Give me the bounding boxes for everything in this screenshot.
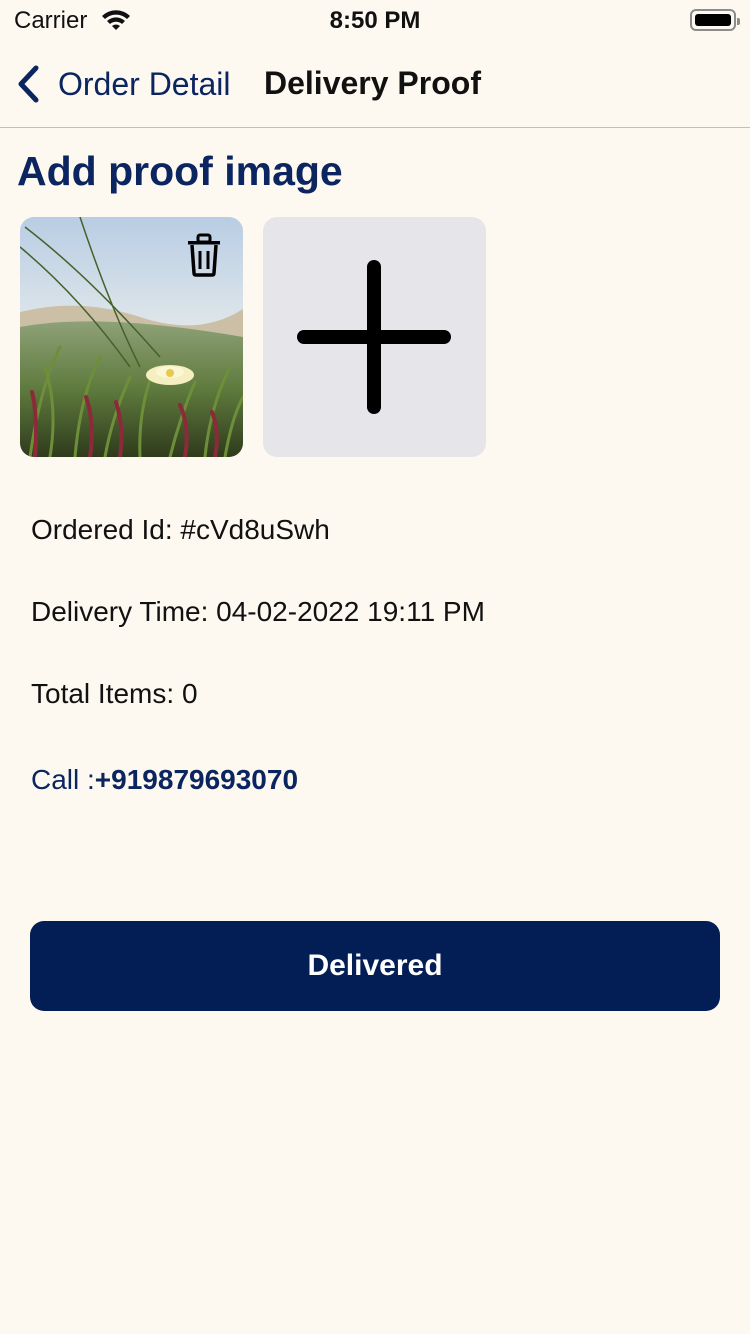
delivery-time-text: Delivery Time: 04-02-2022 19:11 PM (31, 596, 485, 627)
plus-icon (297, 260, 451, 414)
delivered-button[interactable]: Delivered (30, 921, 720, 1011)
delivery-proof-screen: Carrier 8:50 PM Order Detail Delivery Pr… (0, 0, 750, 1334)
status-bar: Carrier 8:50 PM (0, 0, 750, 40)
page-title: Delivery Proof (264, 65, 481, 101)
call-link[interactable]: Call :+919879693070 (31, 764, 298, 796)
back-button-label: Order Detail (58, 65, 231, 102)
proof-image-thumbnail[interactable] (20, 217, 243, 457)
navigation-bar: Order Detail Delivery Proof (0, 40, 750, 128)
add-image-button[interactable] (263, 217, 486, 457)
call-number: +919879693070 (94, 764, 299, 795)
chevron-left-icon (18, 65, 39, 103)
back-button[interactable]: Order Detail (14, 60, 231, 108)
status-time: 8:50 PM (329, 7, 421, 34)
call-label: Call : (31, 764, 95, 795)
battery-icon (690, 9, 740, 31)
trash-icon[interactable] (184, 233, 224, 277)
order-id-text: Ordered Id: #cVd8uSwh (31, 514, 330, 545)
section-title: Add proof image (17, 148, 343, 194)
total-items-text: Total Items: 0 (31, 678, 198, 709)
